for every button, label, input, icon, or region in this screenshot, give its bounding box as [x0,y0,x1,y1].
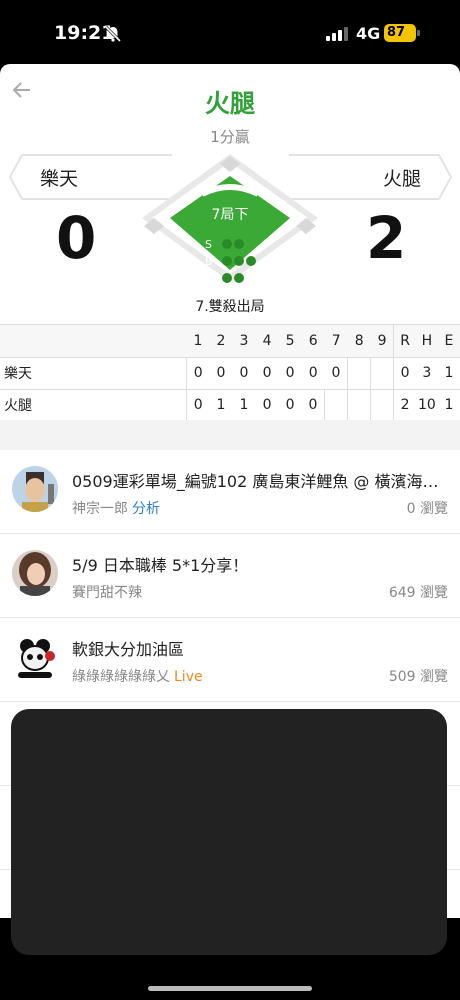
post-author: 綠綠綠綠綠綠乂 [72,669,170,685]
inning-header: 8 [347,325,371,358]
box-cell-hits: 10 [415,389,438,422]
list-item[interactable]: 0509運彩單場_編號102 廣島東洋鯉魚 @ 橫濱海灣星 神宗一郎 分析 0 瀏… [0,450,460,534]
status-bar: 19:21 4G 87 [0,0,460,56]
box-cell [324,389,348,422]
box-cell: 0 [278,389,302,422]
box-cell-hits: 3 [415,357,438,390]
box-cell: 0 [301,389,325,422]
win-margin: 1分贏 [210,128,250,146]
box-cell [347,357,371,390]
box-cell: 1 [209,389,233,422]
box-cell: 0 [232,357,256,390]
winner-title: 火腿 [204,89,255,118]
inning-header: 7 [324,325,348,358]
box-cell: 0 [324,357,348,390]
box-header-row: 1 2 3 4 5 6 7 8 9 R H E [0,325,460,358]
post-author: 神宗一郎 [72,501,128,517]
hits-header: H [415,325,438,358]
strike-label: S [205,238,212,251]
box-cell: 0 [301,357,325,390]
inning-header: 5 [278,325,302,358]
away-team-name: 樂天 [40,168,79,190]
box-cell [370,357,394,390]
post-tag: 分析 [132,501,160,517]
inning-header: 9 [370,325,394,358]
box-row-home: 火腿 0 1 1 0 0 0 2 10 1 [0,389,460,422]
signal-icon [326,27,348,41]
box-cell-errors: 1 [437,357,460,390]
post-views: 649 瀏覽 [388,585,448,601]
post-title: 5/9 日本職棒 5*1分享！ [72,556,249,575]
battery-level: 87 [387,25,406,40]
inning-state: 7局下 [211,207,249,223]
section-divider [0,420,460,450]
box-row-away: 樂天 0 0 0 0 0 0 0 0 3 1 [0,357,460,390]
network-type: 4G [356,24,381,43]
post-author: 賽門甜不辣 [72,585,142,601]
box-cell: 1 [232,389,256,422]
box-cell [370,389,394,422]
box-cell-runs: 2 [393,389,416,422]
box-team-name: 火腿 [0,389,187,422]
avatar [12,550,58,596]
battery-icon: 87 [384,24,420,42]
inning-header: 4 [255,325,279,358]
list-item[interactable]: 5/9 日本職棒 5*1分享！ 賽門甜不辣 649 瀏覽 [0,534,460,618]
inning-header: 2 [209,325,233,358]
inning-header: 6 [301,325,325,358]
post-title: 0509運彩單場_編號102 廣島東洋鯉魚 @ 橫濱海灣星 [72,472,450,491]
post-views: 509 瀏覽 [388,669,448,685]
runs-header: R [393,325,416,358]
box-cell-errors: 1 [437,389,460,422]
box-cell: 0 [186,389,210,422]
live-badge: Live [174,669,203,685]
errors-header: E [437,325,460,358]
box-cell: 0 [186,357,210,390]
list-item[interactable]: 軟銀大分加油區 綠綠綠綠綠綠乂 Live 509 瀏覽 [0,618,460,702]
inning-header: 3 [232,325,256,358]
bell-muted-icon [104,25,122,43]
box-cell: 0 [255,389,279,422]
ball-label: B [205,255,213,268]
box-cell: 0 [209,357,233,390]
home-indicator[interactable] [148,986,312,991]
post-title: 軟銀大分加油區 [72,640,185,659]
box-cell: 0 [255,357,279,390]
box-team-name: 樂天 [0,357,187,390]
out-label: O [205,272,214,285]
home-team-name: 火腿 [382,168,421,190]
overlay-panel [11,709,447,955]
inning-header: 1 [186,325,210,358]
box-cell [347,389,371,422]
box-cell: 0 [278,357,302,390]
box-score: 1 2 3 4 5 6 7 8 9 R H E 樂天 0 0 0 0 0 0 0… [0,324,460,422]
box-cell-runs: 0 [393,357,416,390]
post-views: 0 瀏覽 [406,501,448,517]
last-play: 7.雙殺出局 [195,299,265,315]
avatar [12,634,58,680]
avatar [12,466,58,512]
